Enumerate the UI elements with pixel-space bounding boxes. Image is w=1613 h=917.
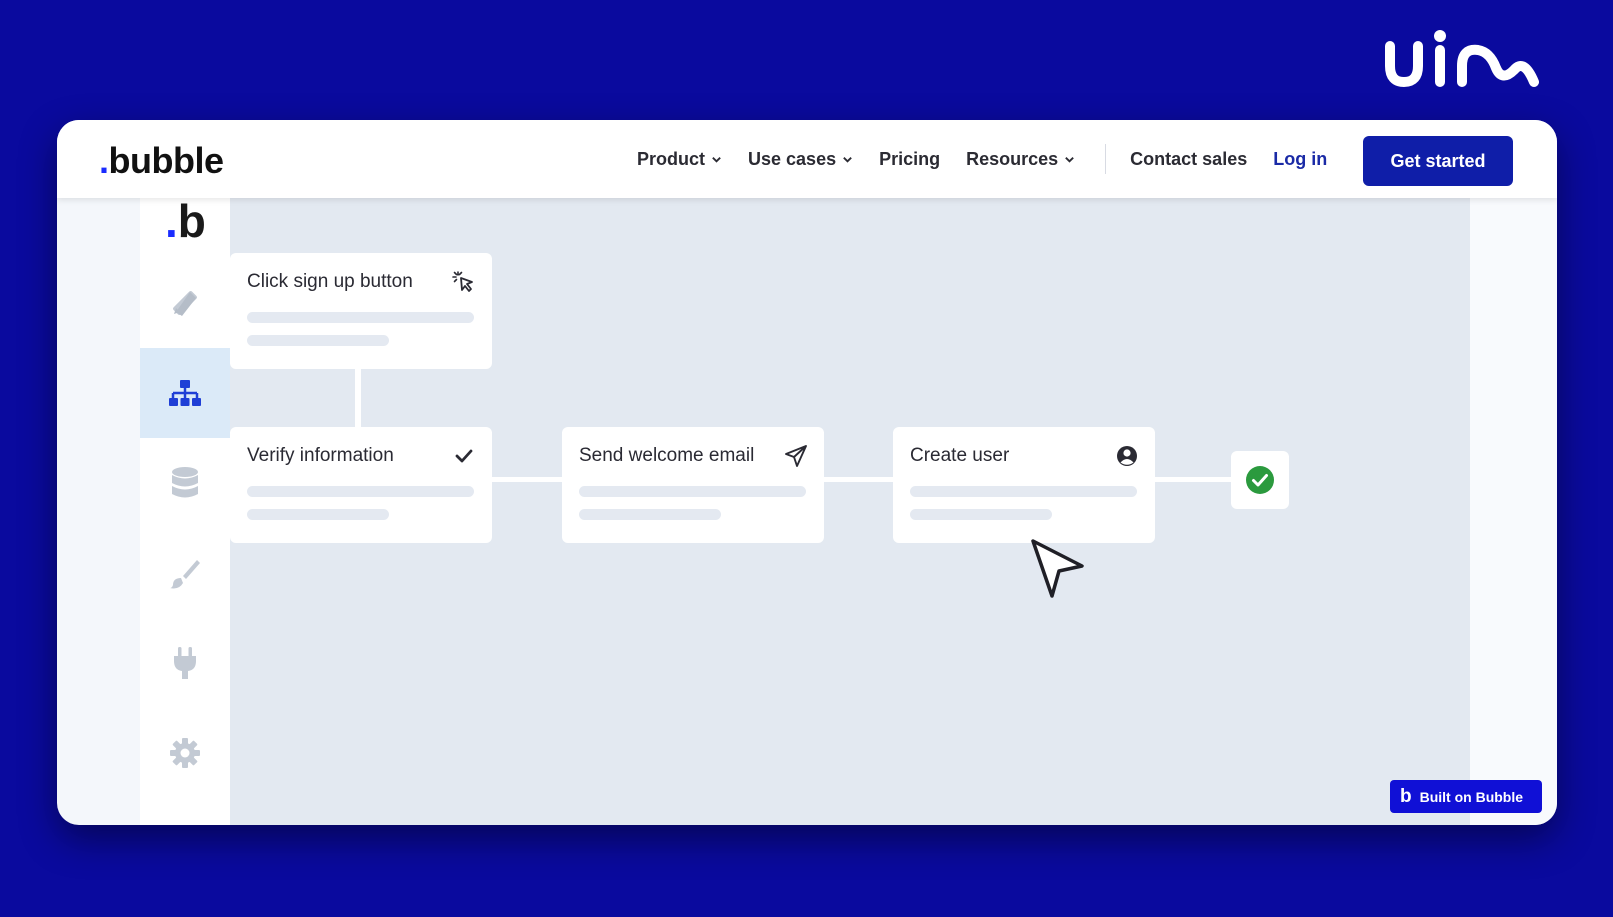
browser-window: .bubble Product Use cases Pricing Resour…	[57, 120, 1557, 825]
connector-line	[1155, 477, 1231, 482]
node-title: Click sign up button	[247, 271, 413, 292]
badge-label: Built on Bubble	[1419, 788, 1524, 805]
nav-use-cases-label: Use cases	[748, 148, 837, 169]
chevron-down-icon	[1065, 156, 1074, 163]
connector-line	[824, 477, 894, 482]
node-title: Verify information	[247, 445, 394, 466]
nav-pricing[interactable]: Pricing	[879, 149, 940, 170]
nav-contact-sales[interactable]: Contact sales	[1130, 149, 1247, 170]
workflow-node-click-signup[interactable]: Click sign up button	[230, 253, 492, 369]
workflow-sitemap-icon	[169, 380, 201, 406]
built-on-bubble-badge[interactable]: b Built on Bubble	[1390, 780, 1542, 813]
sidebar-item-settings[interactable]	[140, 708, 230, 798]
workflow-node-create-user[interactable]: Create user	[893, 427, 1155, 543]
paintbrush-icon	[170, 560, 200, 589]
placeholder-bar	[247, 509, 389, 520]
sidebar-item-styles[interactable]	[140, 528, 230, 618]
click-cursor-icon	[452, 271, 473, 292]
bubble-mark-logo: .b	[165, 195, 206, 247]
plug-icon	[174, 647, 196, 679]
sidebar-item-design[interactable]	[140, 258, 230, 348]
chevron-down-icon	[712, 156, 721, 163]
checkmark-icon	[455, 449, 473, 463]
mouse-pointer-icon	[1031, 539, 1084, 598]
design-pencil-ruler-icon	[173, 291, 197, 316]
placeholder-bar	[579, 486, 806, 497]
workflow-complete-box	[1231, 451, 1289, 509]
top-navbar: .bubble Product Use cases Pricing Resour…	[57, 120, 1557, 198]
placeholder-bar	[579, 509, 721, 520]
user-circle-icon	[1117, 446, 1137, 466]
bubble-logo[interactable]: .bubble	[99, 140, 224, 182]
node-title: Send welcome email	[579, 445, 755, 466]
nav-resources[interactable]: Resources	[966, 149, 1075, 170]
sidebar-item-workflow[interactable]	[140, 348, 230, 438]
connector-line	[492, 477, 562, 482]
bubble-mark-icon: b	[1400, 785, 1412, 807]
nav-resources-label: Resources	[966, 148, 1059, 169]
gear-icon	[170, 738, 200, 768]
sidebar-item-plugins[interactable]	[140, 618, 230, 708]
nav-menu: Product Use cases Pricing Resources Cont…	[637, 120, 1353, 198]
database-icon	[172, 467, 198, 498]
placeholder-bar	[247, 486, 474, 497]
right-margin	[1470, 198, 1557, 825]
success-check-icon	[1246, 466, 1274, 494]
workflow-canvas[interactable]: Click sign up button Verify information …	[230, 198, 1470, 825]
nav-use-cases[interactable]: Use cases	[748, 149, 853, 170]
placeholder-bar	[247, 312, 474, 323]
node-title: Create user	[910, 445, 1010, 466]
placeholder-bar	[910, 486, 1137, 497]
sidebar-item-data[interactable]	[140, 438, 230, 528]
get-started-button[interactable]: Get started	[1363, 136, 1513, 186]
chevron-down-icon	[843, 156, 852, 163]
workflow-node-send-email[interactable]: Send welcome email	[562, 427, 824, 543]
editor-sidebar: .b	[140, 198, 230, 825]
corner-brand-logo	[1385, 30, 1539, 88]
paper-plane-icon	[785, 445, 807, 467]
nav-login-link[interactable]: Log in	[1273, 149, 1327, 170]
nav-divider	[1105, 144, 1107, 174]
nav-pricing-label: Pricing	[879, 148, 941, 169]
workflow-node-verify[interactable]: Verify information	[230, 427, 492, 543]
nav-product-label: Product	[637, 148, 706, 169]
nav-product[interactable]: Product	[637, 149, 722, 170]
placeholder-bar	[247, 335, 389, 346]
placeholder-bar	[910, 509, 1052, 520]
